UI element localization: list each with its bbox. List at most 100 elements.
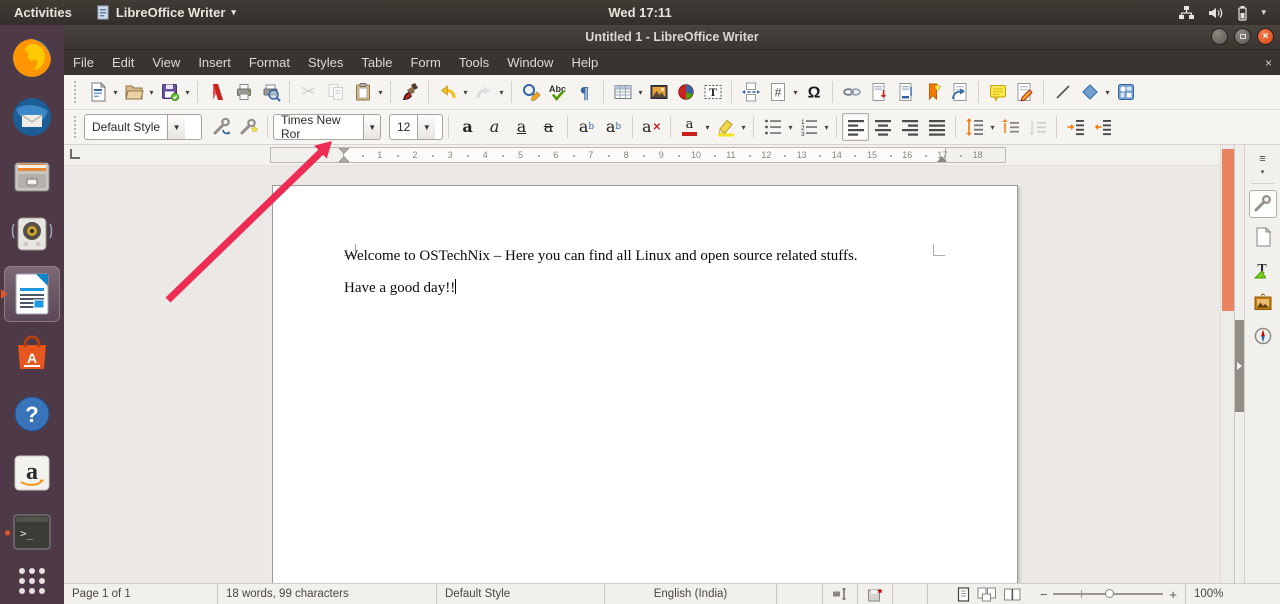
zoom-thumb[interactable] <box>1105 589 1115 598</box>
dock-item-terminal[interactable]: >_ <box>4 507 60 559</box>
redo-button[interactable] <box>470 78 497 106</box>
sidebar-splitter[interactable] <box>1234 145 1244 583</box>
bold-button[interactable]: a <box>454 113 481 141</box>
book-view-icon[interactable] <box>1003 587 1022 602</box>
sidebar-tab-styles[interactable]: T <box>1249 256 1277 284</box>
system-tray[interactable]: ▾ <box>1178 5 1280 21</box>
new-document-button[interactable] <box>84 78 111 106</box>
ruler-strip[interactable]: 1 2 3 4 5 6 7 8 9 10 11 12 13 14 15 16 17 18 <box>270 147 1006 163</box>
draw-functions-button[interactable] <box>1112 78 1139 106</box>
menu-view[interactable]: View <box>143 50 189 75</box>
clear-formatting-button[interactable]: a ✕ <box>638 113 665 141</box>
paste-dropdown[interactable]: ▾ <box>376 88 385 97</box>
insert-endnote-button[interactable] <box>892 78 919 106</box>
insert-hyperlink-button[interactable] <box>838 78 865 106</box>
highlight-color-dropdown[interactable]: ▾ <box>739 123 748 132</box>
insert-image-button[interactable] <box>645 78 672 106</box>
align-center-button[interactable] <box>869 113 896 141</box>
single-page-view-icon[interactable] <box>957 586 970 602</box>
horizontal-ruler[interactable]: 1 2 3 4 5 6 7 8 9 10 11 12 13 14 15 16 17 18 <box>64 145 1220 166</box>
menu-edit[interactable]: Edit <box>103 50 143 75</box>
bullet-list-dropdown[interactable]: ▾ <box>786 123 795 132</box>
formatting-marks-button[interactable]: ¶ <box>571 78 598 106</box>
sidebar-tab-navigator[interactable] <box>1249 322 1277 350</box>
menu-format[interactable]: Format <box>240 50 299 75</box>
status-document-modified[interactable] <box>858 584 893 604</box>
app-indicator-menu[interactable]: LibreOffice Writer ▾ <box>86 5 246 21</box>
insert-footnote-button[interactable] <box>865 78 892 106</box>
insert-chart-button[interactable] <box>672 78 699 106</box>
status-insert-mode[interactable] <box>823 584 858 604</box>
bullet-list-button[interactable] <box>759 113 786 141</box>
insert-textbox-button[interactable]: T <box>699 78 726 106</box>
indent-marker-left[interactable] <box>338 148 350 163</box>
insert-field-button[interactable]: # <box>764 78 791 106</box>
status-language[interactable]: English (India) <box>605 584 777 604</box>
strikethrough-button[interactable]: a <box>535 113 562 141</box>
dock-item-ubuntu-software[interactable]: A <box>4 326 60 382</box>
update-style-button[interactable] <box>208 113 235 141</box>
font-name-dropdown[interactable]: ▼ <box>363 115 380 139</box>
superscript-button[interactable]: ab <box>573 113 600 141</box>
paragraph-style-dropdown[interactable]: ▼ <box>167 115 186 139</box>
document-view[interactable]: Welcome to OSTechNix – Here you can find… <box>64 166 1220 583</box>
dock-item-amazon[interactable]: a <box>4 445 60 501</box>
scrollbar-thumb[interactable] <box>1222 149 1234 311</box>
multi-page-view-icon[interactable] <box>977 587 996 602</box>
page[interactable]: Welcome to OSTechNix – Here you can find… <box>272 185 1018 583</box>
align-right-button[interactable] <box>896 113 923 141</box>
numbered-list-dropdown[interactable]: ▾ <box>822 123 831 132</box>
status-page-style[interactable]: Default Style <box>437 584 605 604</box>
menu-help[interactable]: Help <box>562 50 607 75</box>
spelling-button[interactable]: Abc <box>544 78 571 106</box>
new-document-dropdown[interactable]: ▾ <box>111 88 120 97</box>
numbered-list-button[interactable]: 123 <box>795 113 822 141</box>
menu-window[interactable]: Window <box>498 50 562 75</box>
insert-page-break-button[interactable] <box>737 78 764 106</box>
print-preview-button[interactable] <box>257 78 284 106</box>
insert-comment-button[interactable] <box>984 78 1011 106</box>
dock-item-help[interactable]: ? <box>4 386 60 442</box>
document-text[interactable]: Welcome to OSTechNix – Here you can find… <box>344 248 944 297</box>
subscript-button[interactable]: ab <box>600 113 627 141</box>
menu-insert[interactable]: Insert <box>189 50 240 75</box>
font-color-button[interactable]: a <box>676 113 703 141</box>
special-character-button[interactable]: Ω <box>800 78 827 106</box>
basic-shapes-button[interactable] <box>1076 78 1103 106</box>
dock-item-libreoffice-writer[interactable] <box>1 266 60 322</box>
font-color-dropdown[interactable]: ▾ <box>703 123 712 132</box>
increase-indent-button[interactable] <box>1062 113 1089 141</box>
insert-table-dropdown[interactable]: ▾ <box>636 88 645 97</box>
menu-table[interactable]: Table <box>352 50 401 75</box>
font-size-combo[interactable]: 12 ▼ <box>389 114 443 140</box>
close-button[interactable]: × <box>1257 28 1274 45</box>
close-document-icon[interactable]: × <box>1265 56 1272 70</box>
paragraph-spacing-increase-button[interactable] <box>997 113 1024 141</box>
text-line-1[interactable]: Welcome to OSTechNix – Here you can find… <box>344 248 944 265</box>
insert-bookmark-button[interactable] <box>919 78 946 106</box>
open-dropdown[interactable]: ▾ <box>147 88 156 97</box>
print-button[interactable] <box>230 78 257 106</box>
toolbar-grip[interactable] <box>74 81 78 103</box>
sidebar-tab-gallery[interactable] <box>1249 289 1277 317</box>
ruler-left-margin[interactable] <box>271 148 344 162</box>
paste-button[interactable] <box>349 78 376 106</box>
undo-button[interactable] <box>434 78 461 106</box>
copy-button[interactable] <box>322 78 349 106</box>
clock[interactable]: Wed 17:11 <box>608 5 671 20</box>
track-changes-button[interactable] <box>1011 78 1038 106</box>
dock-item-rhythmbox[interactable] <box>4 206 60 262</box>
menu-file[interactable]: File <box>64 50 103 75</box>
activities-button[interactable]: Activities <box>0 5 86 20</box>
dock-item-firefox[interactable] <box>4 30 60 86</box>
font-size-dropdown[interactable]: ▼ <box>417 115 436 139</box>
zoom-percent[interactable]: 100% <box>1185 584 1280 604</box>
line-spacing-button[interactable] <box>961 113 988 141</box>
toolbar-grip[interactable] <box>74 116 78 138</box>
zoom-in-button[interactable]: + <box>1169 587 1177 602</box>
status-word-count[interactable]: 18 words, 99 characters <box>218 584 437 604</box>
status-selection-mode[interactable] <box>893 584 928 604</box>
insert-table-button[interactable] <box>609 78 636 106</box>
titlebar[interactable]: Untitled 1 - LibreOffice Writer × <box>64 25 1280 50</box>
vertical-scrollbar[interactable] <box>1220 145 1234 583</box>
